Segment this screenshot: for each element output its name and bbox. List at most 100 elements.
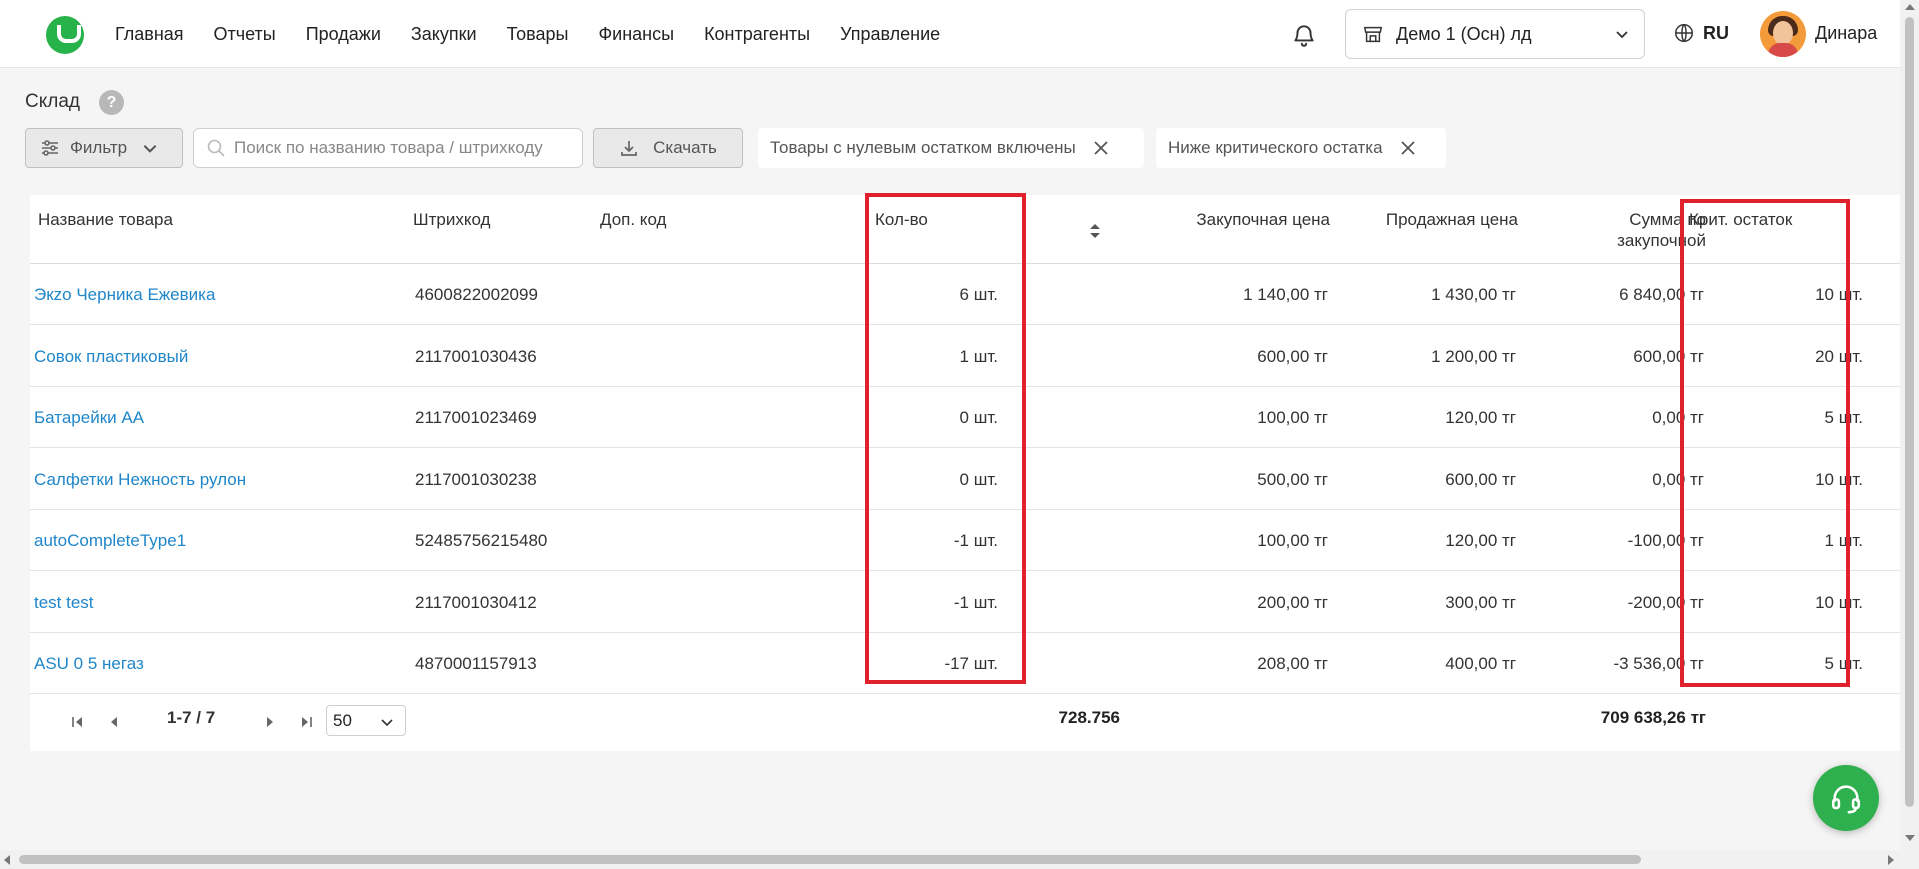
organization-name: Демо 1 (Осн) лд <box>1396 23 1532 44</box>
nav-item-sales[interactable]: Продажи <box>306 24 381 45</box>
last-page-icon[interactable] <box>298 714 314 730</box>
user-name[interactable]: Динара <box>1815 23 1877 44</box>
logo-icon[interactable] <box>46 16 84 54</box>
cell-critical: 1 шт. <box>1824 531 1863 550</box>
search-field[interactable] <box>193 128 583 168</box>
column-header-barcode[interactable]: Штрихкод <box>413 209 490 230</box>
table-row: Салфетки Нежность рулон 2117001030238 0 шт… <box>30 449 1900 510</box>
filter-button[interactable]: Фильтр <box>25 128 183 168</box>
chevron-down-icon <box>143 145 157 153</box>
cell-sale-price: 1 200,00 тг <box>1431 346 1516 366</box>
chevron-down-icon <box>381 719 393 727</box>
pagination-range: 1-7 / 7 <box>167 708 216 727</box>
cell-product-name[interactable]: Батарейки АА <box>34 387 354 448</box>
globe-icon <box>1675 24 1693 42</box>
column-header-name[interactable]: Название товара <box>38 209 173 230</box>
cell-product-name[interactable]: test test <box>34 572 354 633</box>
cell-purchase-price: 200,00 тг <box>1257 592 1328 612</box>
main-nav: Главная Отчеты Продажи Закупки Товары Фи… <box>115 0 970 68</box>
organization-select[interactable]: Демо 1 (Осн) лд <box>1345 9 1645 59</box>
filter-label: Фильтр <box>70 138 128 157</box>
vertical-scroll-thumb[interactable] <box>1905 17 1914 807</box>
cell-extra-code <box>600 633 750 694</box>
page-title: Склад <box>25 91 80 112</box>
filter-chip-zero-stock: Товары с нулевым остатком включены <box>758 128 1144 168</box>
cell-critical: 10 шт. <box>1815 469 1863 489</box>
cell-qty: 6 шт. <box>959 285 998 304</box>
nav-item-reports[interactable]: Отчеты <box>214 24 276 45</box>
bell-icon[interactable] <box>1291 22 1317 48</box>
cell-sale-price: 120,00 тг <box>1445 408 1516 427</box>
cell-qty: -17 шт. <box>944 654 998 673</box>
close-icon[interactable] <box>1399 139 1417 157</box>
nav-item-finance[interactable]: Финансы <box>598 24 674 45</box>
cell-extra-code <box>600 387 750 448</box>
cell-extra-code <box>600 264 750 325</box>
cell-purchase-price: 600,00 тг <box>1257 346 1328 366</box>
cell-extra-code <box>600 572 750 633</box>
cell-qty: 1 шт. <box>959 346 998 366</box>
cell-purchase-price: 208,00 тг <box>1257 654 1328 673</box>
cell-product-name[interactable]: Салфетки Нежность рулон <box>34 449 354 510</box>
cell-purchase-price: 1 140,00 тг <box>1243 285 1328 304</box>
nav-item-counterparties[interactable]: Контрагенты <box>704 24 810 45</box>
cell-critical: 20 шт. <box>1815 346 1863 366</box>
cell-sale-price: 600,00 тг <box>1445 469 1516 489</box>
download-icon <box>621 141 637 156</box>
table-row: Экzo Черника Ежевика 4600822002099 6 шт. 1 … <box>30 264 1900 325</box>
column-header-sum-line2: закупочной <box>1617 231 1706 250</box>
cell-barcode: 4870001157913 <box>415 654 537 673</box>
horizontal-scroll-thumb[interactable] <box>19 855 1641 864</box>
headset-icon <box>1831 785 1861 814</box>
cell-extra-code <box>600 510 750 571</box>
nav-item-home[interactable]: Главная <box>115 24 184 45</box>
top-bar: Главная Отчеты Продажи Закупки Товары Фи… <box>0 0 1900 68</box>
per-page-select[interactable]: 50 <box>326 705 406 736</box>
column-header-critical[interactable]: Крит. остаток <box>1689 209 1792 230</box>
cell-sale-price: 400,00 тг <box>1445 654 1516 673</box>
column-header-sale-price[interactable]: Продажная цена <box>1318 209 1518 230</box>
support-button[interactable] <box>1813 765 1879 831</box>
cell-critical: 10 шт. <box>1815 592 1863 612</box>
close-icon[interactable] <box>1092 139 1110 157</box>
total-sum: 709 638,26 тг <box>1600 708 1706 727</box>
cell-sale-price: 120,00 тг <box>1445 531 1516 550</box>
prev-page-icon[interactable] <box>106 714 122 730</box>
chevron-down-icon <box>1616 31 1628 39</box>
column-header-extra-code[interactable]: Доп. код <box>600 209 666 230</box>
nav-item-products[interactable]: Товары <box>507 24 569 45</box>
download-button[interactable]: Скачать <box>593 128 743 168</box>
search-input[interactable] <box>234 138 574 158</box>
total-qty: 728.756 <box>1058 708 1120 727</box>
next-page-icon[interactable] <box>262 714 278 730</box>
avatar[interactable] <box>1760 11 1806 57</box>
cell-qty: -1 шт. <box>953 592 998 612</box>
column-header-sum[interactable]: Сумма по закупочной <box>1510 209 1706 251</box>
language-label: RU <box>1703 22 1729 43</box>
cell-product-name[interactable]: autoCompleteType1 <box>34 510 354 571</box>
cell-product-name[interactable]: Экzo Черника Ежевика <box>34 264 354 325</box>
per-page-value: 50 <box>333 710 352 730</box>
store-icon <box>1363 26 1383 43</box>
cell-qty: -1 шт. <box>953 531 998 550</box>
chip-label: Ниже критического остатка <box>1168 138 1383 157</box>
nav-item-purchases[interactable]: Закупки <box>411 24 477 45</box>
horizontal-scrollbar[interactable] <box>0 850 1900 869</box>
nav-item-management[interactable]: Управление <box>840 24 940 45</box>
cell-purchase-price: 100,00 тг <box>1257 408 1328 427</box>
sort-icon[interactable] <box>1088 222 1102 240</box>
vertical-scrollbar[interactable] <box>1900 0 1919 869</box>
cell-product-name[interactable]: ASU 0 5 негаз <box>34 633 354 694</box>
cell-extra-code <box>600 326 750 387</box>
sliders-icon <box>42 140 58 156</box>
table-row: autoCompleteType1 52485756215480 -1 шт. 100… <box>30 510 1900 571</box>
cell-product-name[interactable]: Совок пластиковый <box>34 326 354 387</box>
help-icon[interactable]: ? <box>99 90 124 115</box>
cell-extra-code <box>600 449 750 510</box>
first-page-icon[interactable] <box>70 714 86 730</box>
language-switcher[interactable]: RU <box>1673 22 1729 44</box>
column-header-purchase-price[interactable]: Закупочная цена <box>1130 209 1330 230</box>
cell-critical: 5 шт. <box>1824 408 1863 427</box>
cell-barcode: 2117001030436 <box>415 346 537 366</box>
column-header-qty[interactable]: Кол-во <box>875 209 928 230</box>
